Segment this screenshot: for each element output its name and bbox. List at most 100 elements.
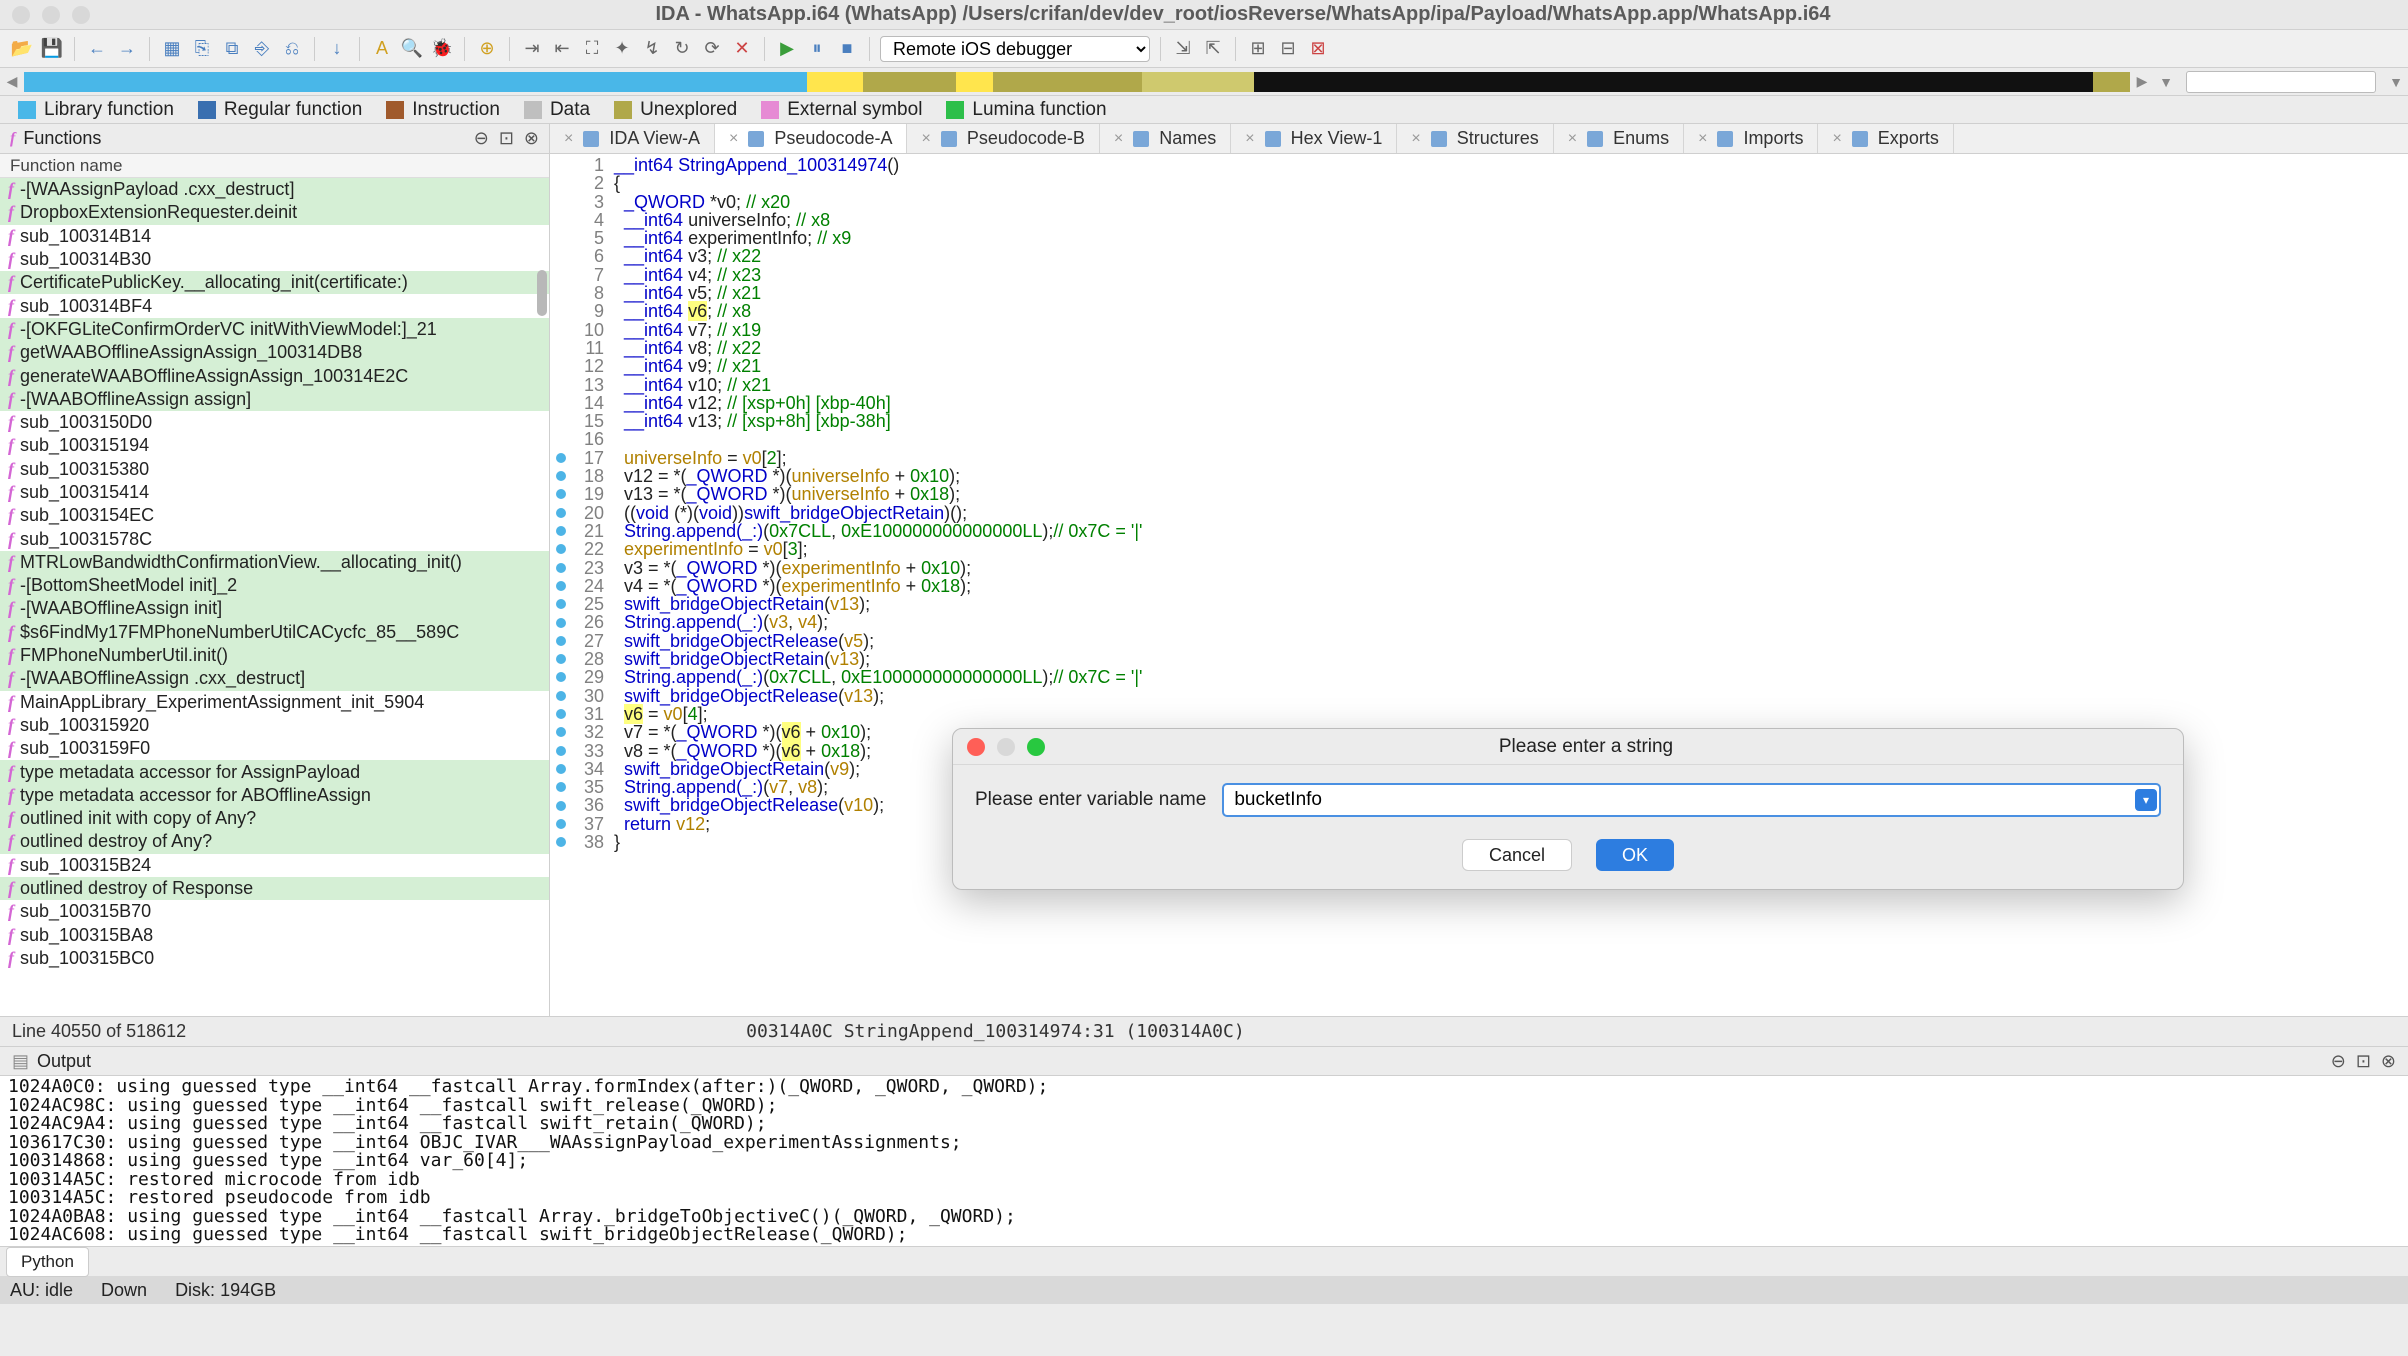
function-row[interactable]: fCertificatePublicKey.__allocating_init(… [0,271,549,294]
output-min-icon[interactable]: ⊖ [2331,1051,2346,1072]
nav-right-icon[interactable]: ▶ [2130,73,2154,90]
function-row[interactable]: f-[WAAssignPayload .cxx_destruct] [0,178,549,201]
cancel-button[interactable]: Cancel [1462,839,1572,871]
tab-close-icon[interactable]: × [729,130,738,148]
close-window-dot[interactable] [12,6,30,24]
save-icon[interactable]: 💾 [40,37,64,61]
function-row[interactable]: fsub_1003154EC [0,504,549,527]
function-row[interactable]: fsub_100315920 [0,714,549,737]
tab-imports[interactable]: ×Imports [1684,124,1818,153]
tab-ida-view-a[interactable]: ×IDA View-A [550,124,715,153]
debugger-select[interactable]: Remote iOS debugger [880,36,1150,62]
tab-pseudocode-a[interactable]: ×Pseudocode-A [715,124,907,153]
dbg3-icon[interactable]: ⊞ [1246,37,1270,61]
pause-icon[interactable]: ⏸ [805,37,829,61]
tab-close-icon[interactable]: × [1832,130,1841,148]
function-row[interactable]: fsub_100314BF4 [0,294,549,317]
tool10-icon[interactable]: ↯ [640,37,664,61]
tab-close-icon[interactable]: × [1698,130,1707,148]
function-row[interactable]: fgenerateWAABOfflineAssignAssign_100314E… [0,364,549,387]
ok-button[interactable]: OK [1596,839,1674,871]
function-row[interactable]: f-[OKFGLiteConfirmOrderVC initWithViewMo… [0,318,549,341]
function-row[interactable]: fsub_1003150D0 [0,411,549,434]
minimize-window-dot[interactable] [42,6,60,24]
tool12-icon[interactable]: ⟳ [700,37,724,61]
tab-names[interactable]: ×Names [1100,124,1231,153]
dbg4-icon[interactable]: ⊟ [1276,37,1300,61]
function-row[interactable]: f$s6FindMy17FMPhoneNumberUtilCACycfc_85_… [0,621,549,644]
dialog-zoom-icon[interactable] [1027,738,1045,756]
tool6-icon[interactable]: ⇥ [520,37,544,61]
panel-max-icon[interactable]: ⊡ [499,128,514,149]
output-max-icon[interactable]: ⊡ [2356,1051,2371,1072]
functions-list[interactable]: f-[WAAssignPayload .cxx_destruct]fDropbo… [0,178,549,1016]
function-row[interactable]: f-[WAABOfflineAssign assign] [0,388,549,411]
dbg2-icon[interactable]: ⇱ [1201,37,1225,61]
panel-min-icon[interactable]: ⊖ [474,128,489,149]
tool9-icon[interactable]: ✦ [610,37,634,61]
function-row[interactable]: fDropboxExtensionRequester.deinit [0,201,549,224]
function-row[interactable]: fFMPhoneNumberUtil.init() [0,644,549,667]
function-row[interactable]: ftype metadata accessor for AssignPayloa… [0,760,549,783]
down-icon[interactable]: ↓ [325,37,349,61]
navigation-map[interactable] [24,72,2130,92]
tab-hex-view-1[interactable]: ×Hex View-1 [1231,124,1397,153]
function-row[interactable]: fsub_100314B30 [0,248,549,271]
function-row[interactable]: fsub_100314B14 [0,225,549,248]
python-tab-button[interactable]: Python [6,1247,89,1277]
function-row[interactable]: f-[BottomSheetModel init]_2 [0,574,549,597]
function-row[interactable]: fsub_100315BA8 [0,924,549,947]
scrollbar-thumb[interactable] [537,270,547,316]
tool4-icon[interactable]: ⎆ [250,37,274,61]
forward-icon[interactable]: → [115,37,139,61]
tab-close-icon[interactable]: × [1114,130,1123,148]
zoom-window-dot[interactable] [72,6,90,24]
function-row[interactable]: fsub_100315B24 [0,854,549,877]
tab-exports[interactable]: ×Exports [1818,124,1953,153]
output-log[interactable]: 1024A0C0: using guessed type __int64 __f… [0,1076,2408,1246]
search-icon[interactable]: 🔍 [400,37,424,61]
function-row[interactable]: foutlined destroy of Any? [0,830,549,853]
tab-pseudocode-b[interactable]: ×Pseudocode-B [907,124,1099,153]
function-row[interactable]: fsub_100315380 [0,458,549,481]
nav-left-icon[interactable]: ◀ [0,73,24,90]
open-icon[interactable]: 📂 [10,37,34,61]
function-row[interactable]: fMainAppLibrary_ExperimentAssignment_ini… [0,691,549,714]
function-row[interactable]: fMTRLowBandwidthConfirmationView.__alloc… [0,551,549,574]
tab-close-icon[interactable]: × [564,130,573,148]
zoom-in-icon[interactable]: ⊕ [475,37,499,61]
stop-icon[interactable]: ■ [835,37,859,61]
function-row[interactable]: fgetWAABOfflineAssignAssign_100314DB8 [0,341,549,364]
bug-icon[interactable]: 🐞 [430,37,454,61]
function-row[interactable]: fsub_100315194 [0,434,549,457]
tool1-icon[interactable]: ▦ [160,37,184,61]
function-row[interactable]: ftype metadata accessor for ABOfflineAss… [0,784,549,807]
function-row[interactable]: foutlined init with copy of Any? [0,807,549,830]
nav-search-input[interactable] [2186,71,2376,93]
run-icon[interactable]: ▶ [775,37,799,61]
function-row[interactable]: fsub_1003159F0 [0,737,549,760]
tab-close-icon[interactable]: × [921,130,930,148]
function-row[interactable]: f-[WAABOfflineAssign .cxx_destruct] [0,667,549,690]
dbg1-icon[interactable]: ⇲ [1171,37,1195,61]
dbg5-icon[interactable]: ⊠ [1306,37,1330,61]
dropdown-icon[interactable]: ▾ [2135,789,2157,811]
tab-structures[interactable]: ×Structures [1397,124,1553,153]
dialog-close-icon[interactable] [967,738,985,756]
text-icon[interactable]: A [370,37,394,61]
function-row[interactable]: f-[WAABOfflineAssign init] [0,597,549,620]
tab-close-icon[interactable]: × [1411,130,1420,148]
function-row[interactable]: foutlined destroy of Response [0,877,549,900]
tool8-icon[interactable]: ⛶ [580,37,604,61]
function-row[interactable]: fsub_100315BC0 [0,947,549,970]
tab-enums[interactable]: ×Enums [1554,124,1684,153]
tool7-icon[interactable]: ⇤ [550,37,574,61]
panel-close-icon[interactable]: ⊗ [524,128,539,149]
tab-close-icon[interactable]: × [1245,130,1254,148]
function-row[interactable]: fsub_10031578C [0,527,549,550]
function-row[interactable]: fsub_100315414 [0,481,549,504]
tool11-icon[interactable]: ↻ [670,37,694,61]
back-icon[interactable]: ← [85,37,109,61]
delete-icon[interactable]: ✕ [730,37,754,61]
variable-name-input[interactable] [1222,783,2161,817]
